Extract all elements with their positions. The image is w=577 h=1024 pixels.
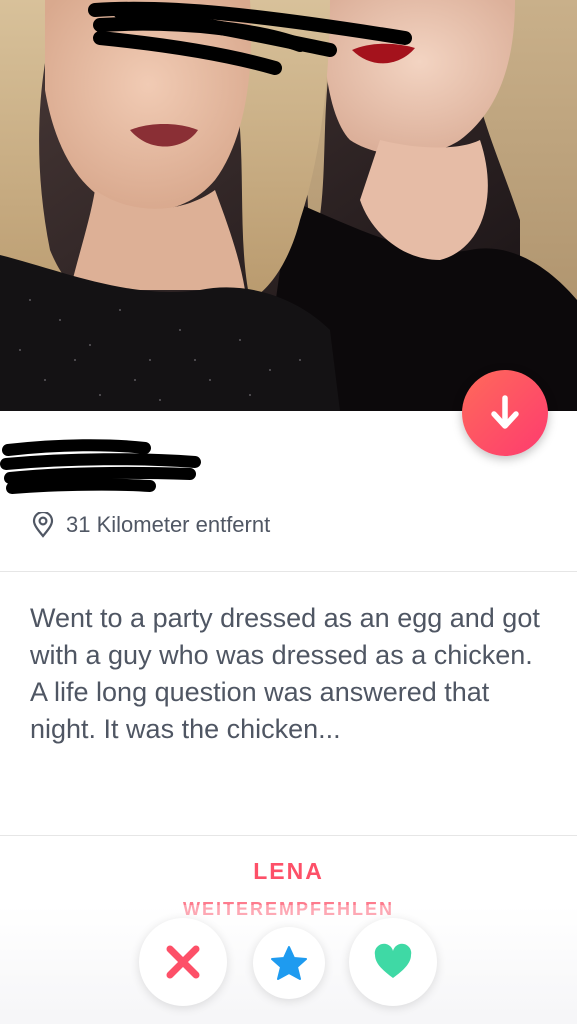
distance-info: 31 Kilometer entfernt bbox=[32, 511, 270, 539]
divider bbox=[0, 571, 577, 572]
bio-text: Went to a party dressed as an egg and go… bbox=[30, 603, 540, 744]
x-icon bbox=[166, 945, 200, 979]
star-icon bbox=[271, 946, 307, 980]
share-profile-name[interactable]: LENA bbox=[0, 858, 577, 885]
nope-button[interactable] bbox=[139, 918, 227, 1006]
arrow-down-icon bbox=[491, 395, 519, 429]
location-pin-icon bbox=[32, 512, 54, 538]
photo-illustration bbox=[0, 0, 577, 411]
name-redaction bbox=[0, 439, 201, 494]
like-button[interactable] bbox=[349, 918, 437, 1006]
heart-icon bbox=[374, 943, 412, 978]
distance-text: 31 Kilometer entfernt bbox=[66, 512, 271, 537]
collapse-profile-button[interactable] bbox=[462, 370, 548, 456]
super-like-button[interactable] bbox=[253, 927, 325, 999]
profile-photo[interactable] bbox=[0, 0, 577, 411]
divider bbox=[0, 835, 577, 836]
